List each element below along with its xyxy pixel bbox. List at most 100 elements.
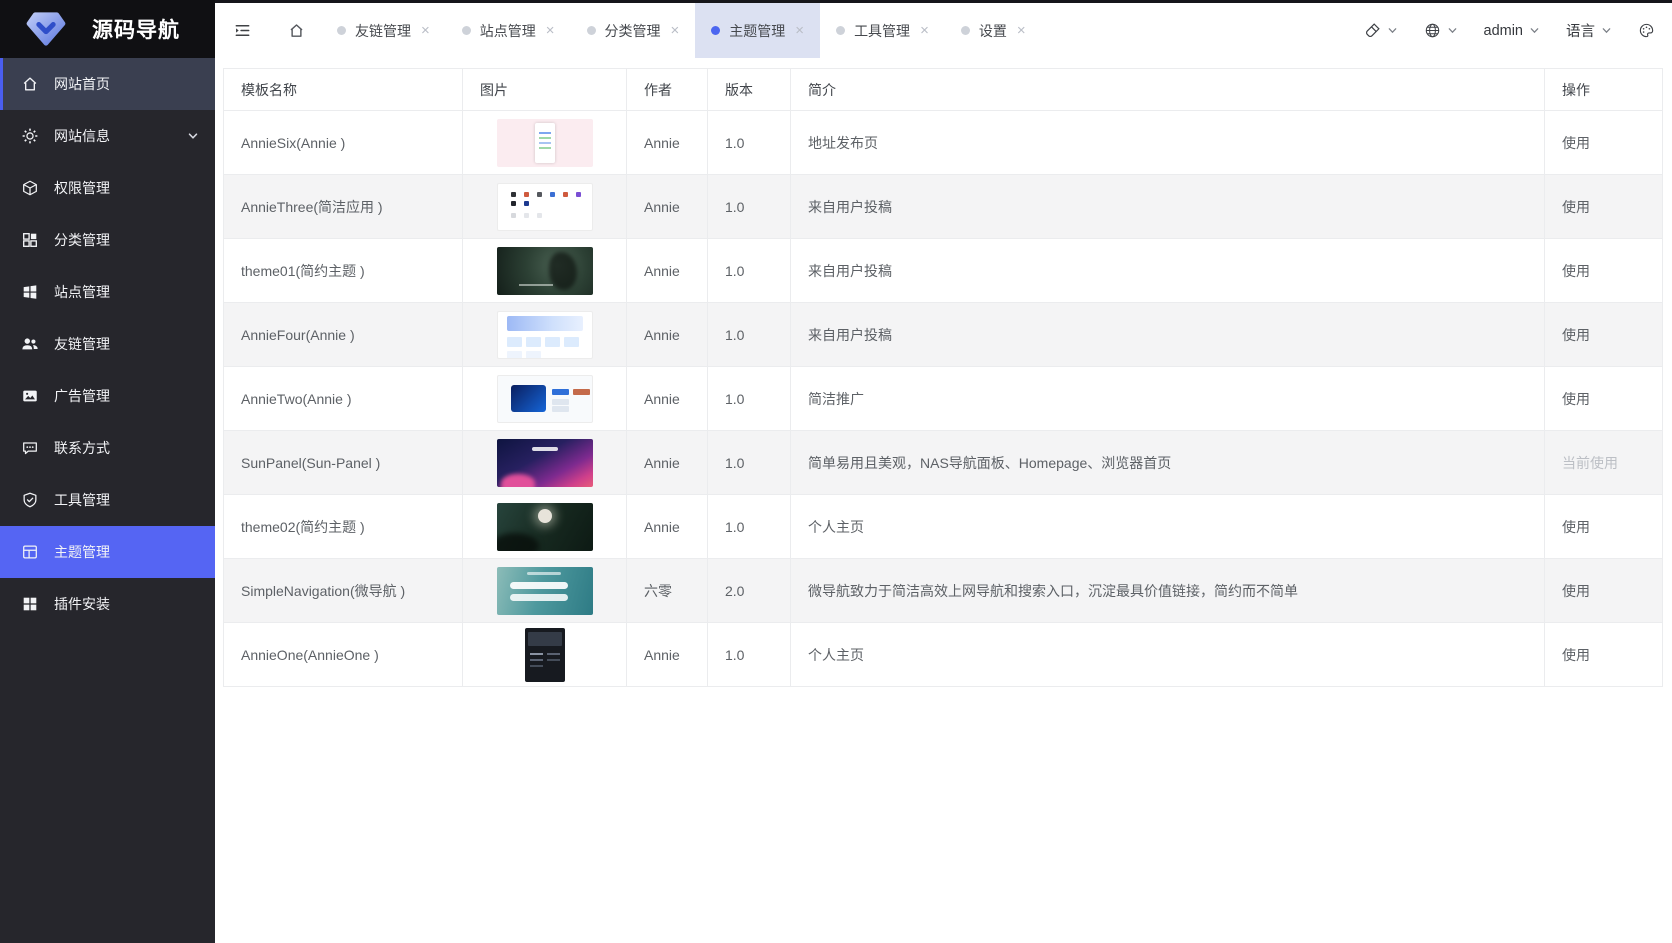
sidebar-item-label: 权限管理: [54, 180, 110, 196]
table-row: theme02(简约主题 ) Annie 1.0 个人主页 使用: [223, 494, 1663, 559]
tab-close-icon[interactable]: ×: [920, 22, 929, 39]
current-use-label: 当前使用: [1562, 454, 1618, 471]
template-version: 1.0: [725, 326, 745, 343]
use-button[interactable]: 使用: [1562, 199, 1590, 215]
use-button[interactable]: 使用: [1562, 583, 1590, 599]
gear-icon: [21, 127, 39, 145]
tab-label: 主题管理: [729, 22, 786, 39]
user-dropdown[interactable]: admin: [1484, 23, 1541, 39]
table-row: AnnieOne(AnnieOne ) Annie 1.0 个人主页 使用: [223, 622, 1663, 687]
tab-settings[interactable]: 设置 ×: [945, 3, 1042, 58]
use-button[interactable]: 使用: [1562, 519, 1590, 535]
tab-bar: 友链管理 × 站点管理 × 分类管理 × 主题管理 × 工具管理 × 设置 ×: [321, 3, 1042, 58]
home-tab-icon[interactable]: [287, 3, 307, 58]
template-version: 1.0: [725, 454, 745, 471]
plugin-grid-icon: [21, 595, 39, 613]
use-button[interactable]: 使用: [1562, 135, 1590, 151]
tab-sites[interactable]: 站点管理 ×: [446, 3, 571, 58]
sidebar-item-tools[interactable]: 工具管理: [0, 474, 215, 526]
tab-close-icon[interactable]: ×: [671, 22, 680, 39]
table-row: SunPanel(Sun-Panel ) Annie 1.0 简单易用且美观，N…: [223, 430, 1663, 495]
use-button[interactable]: 使用: [1562, 263, 1590, 279]
tab-links[interactable]: 友链管理 ×: [321, 3, 446, 58]
sidebar-item-home[interactable]: 网站首页: [0, 58, 215, 110]
language-label: 语言: [1566, 24, 1595, 40]
username-label: admin: [1483, 22, 1524, 39]
image-icon: [21, 387, 39, 405]
chevron-down-icon: [1387, 25, 1398, 36]
column-header-template-name: 模板名称: [223, 68, 463, 111]
tab-close-icon[interactable]: ×: [546, 22, 555, 39]
cube-icon: [21, 179, 39, 197]
template-thumbnail: [496, 310, 593, 359]
template-author: Annie: [644, 390, 680, 407]
template-intro: 来自用户投稿: [808, 262, 892, 279]
tab-tools[interactable]: 工具管理 ×: [820, 3, 945, 58]
sidebar-item-ads[interactable]: 广告管理: [0, 370, 215, 422]
sidebar-item-themes[interactable]: 主题管理: [0, 526, 215, 578]
sidebar-item-label: 主题管理: [54, 544, 110, 560]
template-intro: 简单易用且美观，NAS导航面板、Homepage、浏览器首页: [808, 454, 1172, 471]
sidebar-item-label: 广告管理: [54, 388, 110, 404]
logo-gem-icon: [26, 11, 66, 47]
template-author: Annie: [644, 134, 680, 151]
sidebar-item-plugins[interactable]: 插件安装: [0, 578, 215, 630]
template-name: SunPanel(Sun-Panel ): [241, 454, 381, 471]
template-name: theme02(简约主题 ): [241, 518, 365, 535]
theme-brush-dropdown[interactable]: [1364, 22, 1398, 39]
tab-dot-icon: [461, 26, 471, 35]
globe-dropdown[interactable]: [1424, 22, 1458, 39]
main-area: 友链管理 × 站点管理 × 分类管理 × 主题管理 × 工具管理 × 设置 × …: [215, 0, 1672, 943]
sidebar-item-sites[interactable]: 站点管理: [0, 266, 215, 318]
template-intro: 个人主页: [808, 518, 864, 535]
use-button[interactable]: 使用: [1562, 391, 1590, 407]
tab-label: 站点管理: [479, 22, 536, 39]
table-row: SimpleNavigation(微导航 ) 六零 2.0 微导航致力于简洁高效…: [223, 558, 1663, 623]
template-name: AnnieThree(简洁应用 ): [241, 198, 383, 215]
table-header-row: 模板名称 图片 作者 版本 简介 操作: [223, 68, 1663, 111]
chevron-down-icon: [1529, 25, 1540, 36]
template-version: 1.0: [725, 646, 745, 663]
sidebar-menu: 网站首页 网站信息 权限管理 分类管理 站点管理 友链管理 广告管理 联系方式 …: [0, 58, 215, 630]
tab-label: 工具管理: [854, 22, 911, 39]
sidebar-item-label: 工具管理: [54, 492, 110, 508]
table-row: AnnieFour(Annie ) Annie 1.0 来自用户投稿 使用: [223, 302, 1663, 367]
column-header-version: 版本: [707, 68, 791, 111]
tab-close-icon[interactable]: ×: [1017, 22, 1026, 39]
tab-dot-icon: [586, 26, 596, 35]
tab-dot-icon: [337, 26, 346, 35]
use-button[interactable]: 使用: [1562, 647, 1590, 663]
template-author: 六零: [644, 582, 672, 599]
template-intro: 来自用户投稿: [808, 198, 892, 215]
app-window: 源码导航 网站首页 网站信息 权限管理 分类管理 站点管理 友链管理 广告管理 …: [0, 0, 1672, 943]
sidebar-item-categories[interactable]: 分类管理: [0, 214, 215, 266]
language-dropdown[interactable]: 语言: [1566, 20, 1612, 41]
brush-icon: [1364, 22, 1381, 39]
template-author: Annie: [644, 518, 680, 535]
tab-close-icon[interactable]: ×: [795, 22, 804, 39]
sidebar-item-label: 站点管理: [54, 284, 110, 300]
use-button[interactable]: 使用: [1562, 327, 1590, 343]
tab-label: 设置: [978, 22, 1007, 39]
tab-dot-icon: [960, 26, 970, 35]
template-thumbnail: [496, 374, 593, 423]
template-name: AnnieOne(AnnieOne ): [241, 646, 379, 663]
sidebar-item-permissions[interactable]: 权限管理: [0, 162, 215, 214]
template-version: 1.0: [725, 198, 745, 215]
column-header-action: 操作: [1544, 68, 1663, 111]
topbar: 友链管理 × 站点管理 × 分类管理 × 主题管理 × 工具管理 × 设置 × …: [215, 0, 1672, 58]
sidebar-item-contact[interactable]: 联系方式: [0, 422, 215, 474]
template-name: theme01(简约主题 ): [241, 262, 365, 279]
column-header-intro: 简介: [790, 68, 1545, 111]
tab-themes[interactable]: 主题管理 ×: [695, 3, 821, 58]
sidebar-item-label: 友链管理: [54, 336, 110, 352]
template-version: 1.0: [725, 134, 745, 151]
template-intro: 个人主页: [808, 646, 864, 663]
sidebar-collapse-button[interactable]: [215, 3, 269, 58]
app-logo: 源码导航: [0, 0, 215, 58]
sidebar-item-site-info[interactable]: 网站信息: [0, 110, 215, 162]
tab-close-icon[interactable]: ×: [421, 22, 430, 39]
sidebar-item-links[interactable]: 友链管理: [0, 318, 215, 370]
tab-categories[interactable]: 分类管理 ×: [571, 3, 696, 58]
palette-button[interactable]: [1638, 22, 1655, 39]
